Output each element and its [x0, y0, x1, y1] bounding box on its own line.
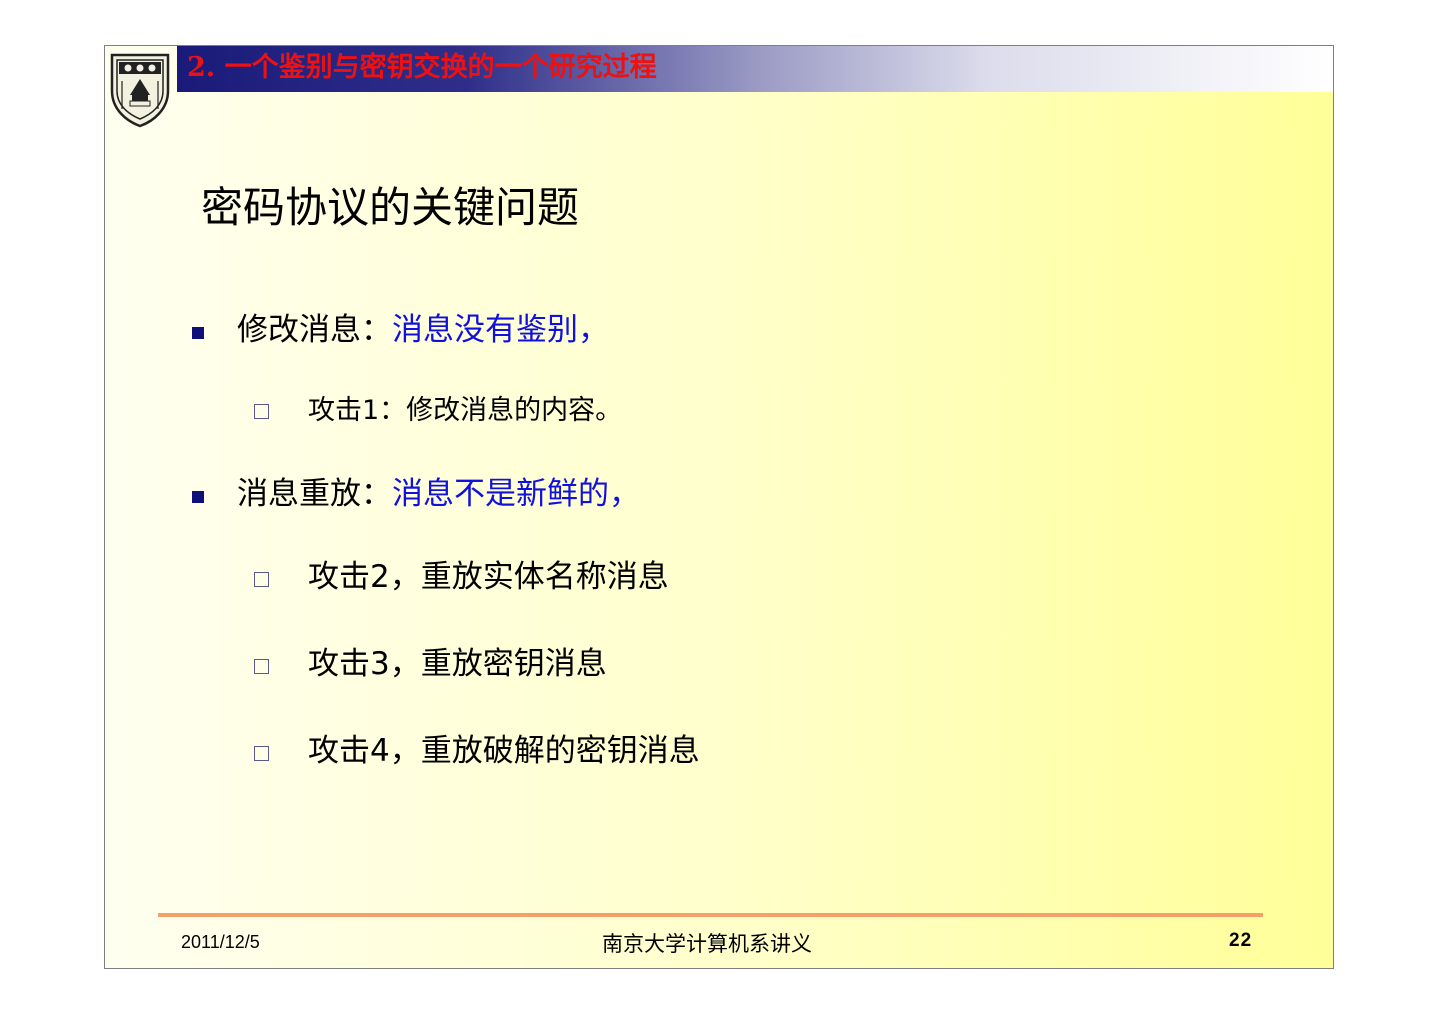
slide-title: 密码协议的关键问题 — [201, 183, 580, 232]
sub-bullet-item: 攻击3，重放密钥消息 — [308, 646, 607, 682]
bullet-highlight: 消息没有鉴别， — [392, 312, 609, 348]
sub-bullet-hollow-square-icon — [254, 746, 269, 761]
sub-bullet-hollow-square-icon — [254, 659, 269, 674]
sub-bullet-item: 攻击1：修改消息的内容。 — [308, 395, 623, 426]
sub-bullet-hollow-square-icon — [254, 404, 269, 419]
page-number: 22 — [1229, 930, 1253, 951]
sub-bullet-item: 攻击4，重放破解的密钥消息 — [308, 733, 700, 769]
bullet-item: 修改消息：消息没有鉴别， — [237, 308, 609, 352]
bullet-square-icon — [192, 491, 204, 503]
bullet-square-icon — [192, 327, 204, 339]
sub-bullet-hollow-square-icon — [254, 572, 269, 587]
nanjing-university-crest-icon — [110, 53, 170, 128]
footer-course-name: 南京大学计算机系讲义 — [602, 932, 812, 956]
bullet-label: 修改消息： — [237, 312, 392, 348]
section-title: 2. 一个鉴别与密钥交换的一个研究过程 — [187, 52, 657, 83]
bullet-item: 消息重放：消息不是新鲜的， — [237, 472, 640, 516]
slide: 2. 一个鉴别与密钥交换的一个研究过程 密码协议的关键问题 修改消息：消息没有鉴… — [104, 45, 1334, 969]
footer-divider — [158, 913, 1263, 917]
bullet-highlight: 消息不是新鲜的， — [392, 476, 640, 512]
footer-date: 2011/12/5 — [181, 932, 260, 952]
sub-bullet-item: 攻击2，重放实体名称消息 — [308, 559, 669, 595]
bullet-label: 消息重放： — [237, 476, 392, 512]
